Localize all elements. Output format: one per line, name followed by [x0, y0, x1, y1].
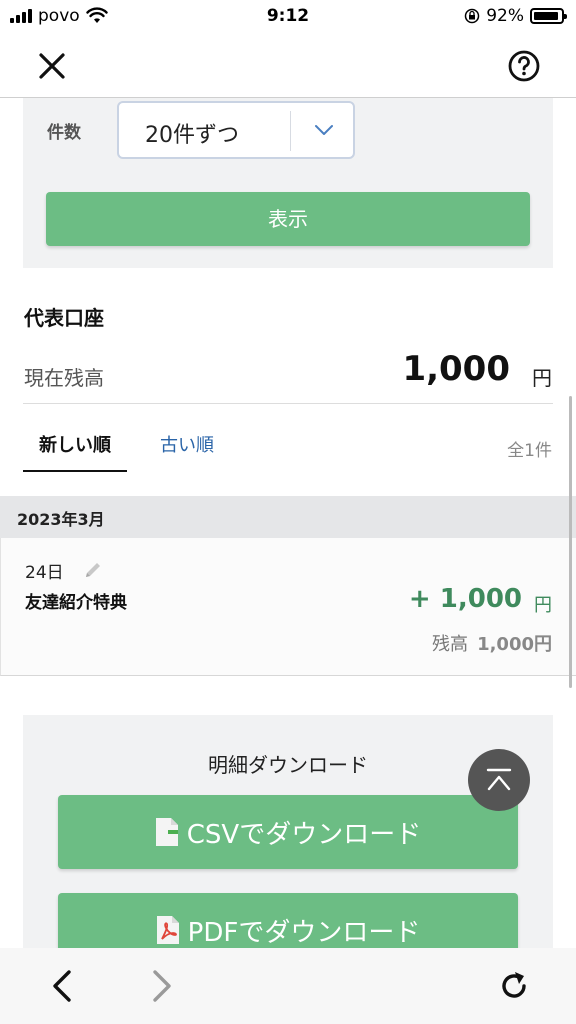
count-label: 件数 — [47, 123, 81, 143]
browser-toolbar — [0, 948, 576, 1024]
scroll-top-icon — [486, 768, 512, 791]
filter-panel: 件数 20件ずつ 表示 — [23, 98, 553, 268]
transaction-row: 24日 友達紹介特典 + 1,000 円 残高 1,000円 — [0, 538, 576, 676]
pencil-icon[interactable] — [83, 560, 103, 580]
csv-download-label: CSVでダウンロード — [186, 819, 422, 850]
close-icon[interactable] — [34, 48, 70, 84]
chevron-down-icon — [315, 125, 333, 135]
pdf-file-icon — [156, 916, 179, 944]
divider — [23, 403, 553, 404]
balance-value: 1,000 — [402, 349, 510, 389]
forward-arrow-icon[interactable] — [144, 966, 180, 1006]
month-label: 2023年3月 — [17, 510, 105, 529]
month-header: 2023年3月 — [0, 496, 576, 538]
balance-label: 現在残高 — [24, 366, 104, 390]
battery-percent: 92% — [486, 6, 524, 26]
total-count: 全1件 — [507, 441, 552, 461]
battery-icon — [530, 8, 567, 24]
transaction-day: 24日 — [25, 563, 64, 583]
back-arrow-icon[interactable] — [44, 966, 80, 1006]
account-title: 代表口座 — [24, 306, 104, 330]
transaction-amount: + 1,000 — [408, 584, 522, 614]
top-nav — [0, 32, 576, 98]
download-panel: 明細ダウンロード CSVでダウンロード PDFでダウンロード — [23, 715, 553, 967]
rotation-lock-icon — [464, 8, 480, 24]
show-button[interactable]: 表示 — [46, 192, 530, 246]
tab-newest[interactable]: 新しい順 — [23, 420, 127, 472]
transaction-unit: 円 — [534, 595, 552, 616]
transaction-description: 友達紹介特典 — [25, 593, 127, 613]
count-select[interactable]: 20件ずつ — [117, 101, 355, 159]
status-bar: povo 9:12 92% — [0, 0, 576, 32]
pdf-download-label: PDFでダウンロード — [187, 917, 421, 948]
tab-oldest[interactable]: 古い順 — [150, 420, 224, 472]
balance-unit: 円 — [532, 366, 552, 390]
csv-file-icon — [155, 818, 178, 846]
transaction-balance-label: 残高 — [432, 634, 468, 655]
csv-download-button[interactable]: CSVでダウンロード — [58, 795, 518, 869]
help-icon[interactable] — [506, 48, 542, 84]
scrollbar[interactable] — [569, 396, 572, 688]
transaction-balance-value: 1,000円 — [477, 634, 552, 655]
battery-fill — [534, 12, 558, 20]
scroll-to-top-button[interactable] — [468, 749, 530, 811]
status-right: 92% — [464, 6, 567, 26]
reload-icon[interactable] — [496, 968, 532, 1004]
count-select-value: 20件ずつ — [145, 123, 239, 148]
select-divider — [290, 111, 291, 151]
